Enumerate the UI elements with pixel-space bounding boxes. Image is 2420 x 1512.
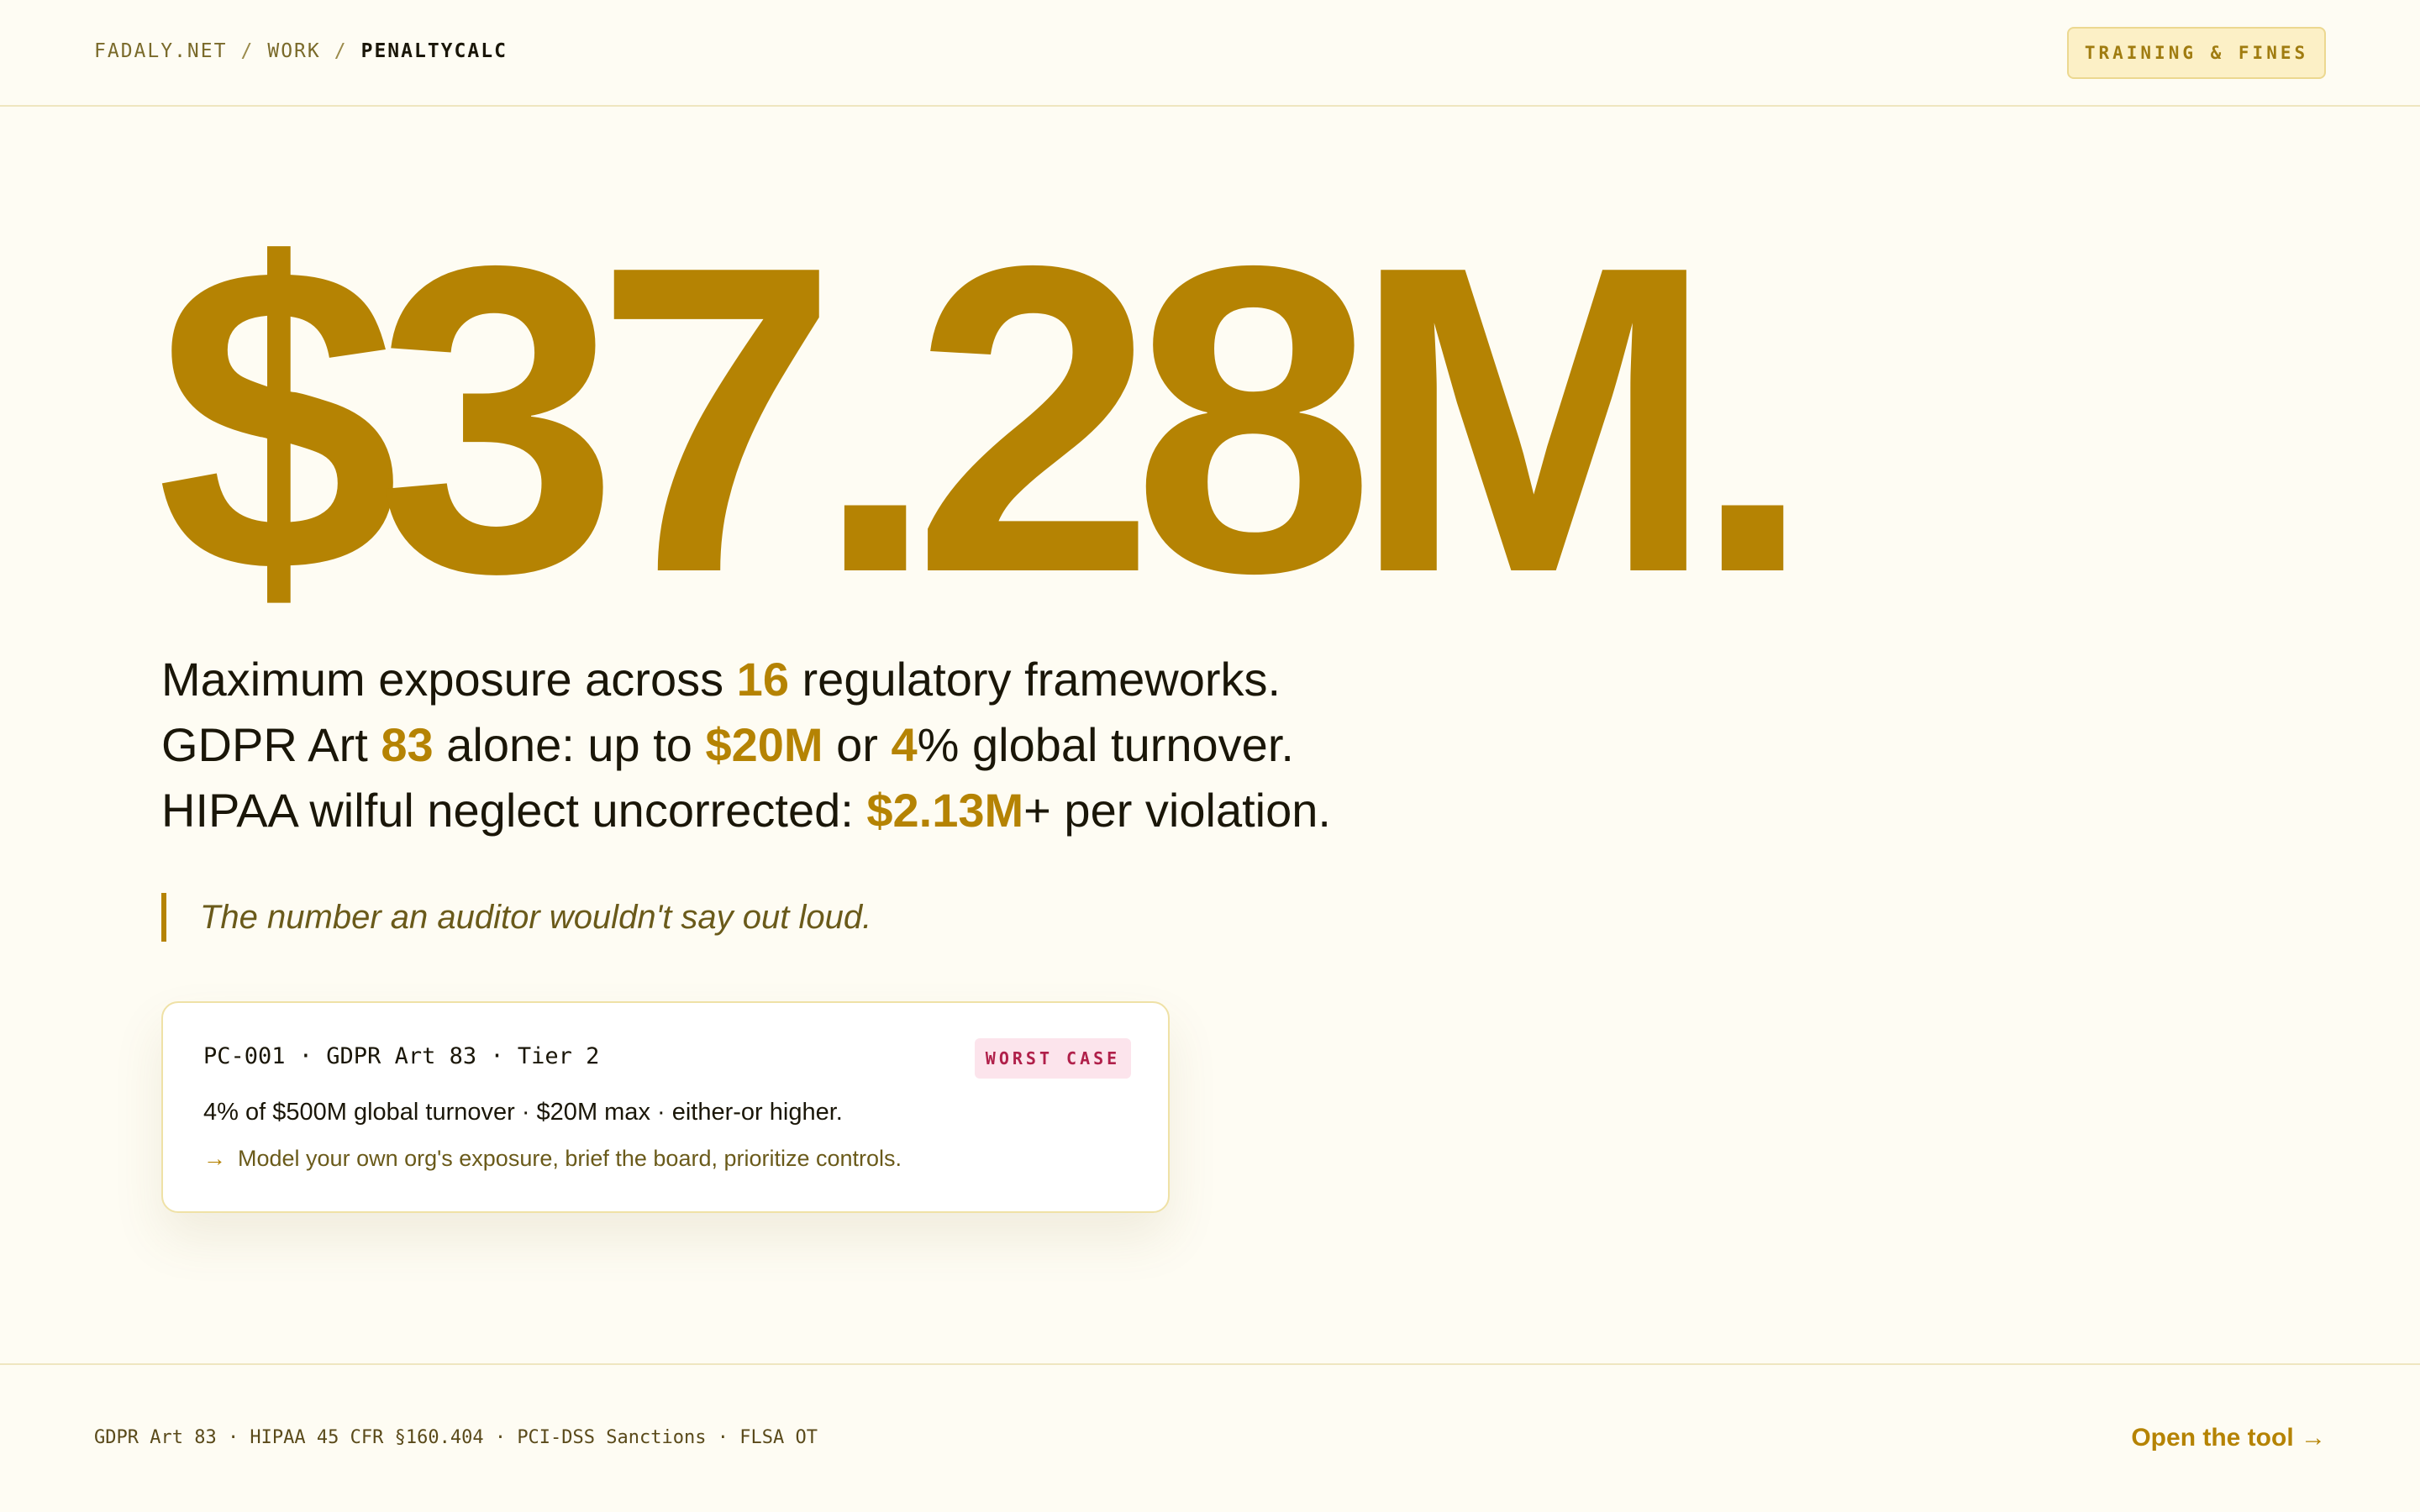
- summary-text: HIPAA wilful neglect uncorrected:: [161, 784, 867, 837]
- breadcrumb-separator: /: [240, 40, 255, 62]
- summary-highlight: 4: [891, 718, 918, 771]
- scenario-card[interactable]: PC-001 · GDPR Art 83 · Tier 2 WORST CASE…: [161, 1001, 1170, 1213]
- breadcrumb-current: PENALTYCALC: [360, 40, 508, 62]
- summary-highlight: $2.13M: [866, 784, 1024, 837]
- summary-text: alone: up to: [433, 718, 706, 771]
- breadcrumb-separator: /: [334, 40, 348, 62]
- summary-text: regulatory frameworks.: [788, 653, 1281, 706]
- hero-figure: $37.28M.: [156, 176, 1813, 664]
- summary-text: + per violation.: [1023, 784, 1331, 837]
- summary-highlight: 83: [381, 718, 434, 771]
- scenario-cta-text: Model your own org's exposure, brief the…: [238, 1146, 902, 1171]
- summary-highlight: 16: [736, 653, 789, 706]
- summary-text: Maximum exposure across: [161, 653, 737, 706]
- breadcrumb: FADALY.NET / WORK / PENALTYCALC: [94, 40, 508, 62]
- worst-case-badge: WORST CASE: [975, 1038, 1131, 1079]
- breadcrumb-home-link[interactable]: FADALY.NET: [94, 40, 227, 62]
- summary-text: GDPR Art: [161, 718, 381, 771]
- breadcrumb-work-link[interactable]: WORK: [267, 40, 320, 62]
- summary-text: or: [823, 718, 892, 771]
- scenario-detail: 4% of $500M global turnover · $20M max ·…: [203, 1099, 843, 1126]
- scenario-code: PC-001 · GDPR Art 83 · Tier 2: [203, 1043, 600, 1069]
- summary-highlight: $20M: [705, 718, 823, 771]
- pull-quote: The number an auditor wouldn't say out l…: [161, 893, 871, 942]
- summary-text: % global turnover.: [917, 718, 1294, 771]
- scenario-cta: → Model your own org's exposure, brief th…: [203, 1146, 902, 1172]
- category-tag: TRAINING & FINES: [2067, 27, 2326, 79]
- open-tool-link[interactable]: Open the tool →: [2131, 1424, 2326, 1452]
- footer: GDPR Art 83 · HIPAA 45 CFR §160.404 · PC…: [0, 1363, 2420, 1512]
- summary-line-gdpr: GDPR Art 83 alone: up to $20M or 4% glob…: [161, 712, 1331, 778]
- summary-lines: Maximum exposure across 16 regulatory fr…: [161, 647, 1331, 843]
- regulation-references: GDPR Art 83 · HIPAA 45 CFR §160.404 · PC…: [94, 1427, 818, 1448]
- summary-line-hipaa: HIPAA wilful neglect uncorrected: $2.13M…: [161, 778, 1331, 843]
- summary-line-frameworks: Maximum exposure across 16 regulatory fr…: [161, 647, 1331, 712]
- top-bar: FADALY.NET / WORK / PENALTYCALC TRAINING…: [0, 0, 2420, 107]
- arrow-right-icon: →: [203, 1146, 226, 1171]
